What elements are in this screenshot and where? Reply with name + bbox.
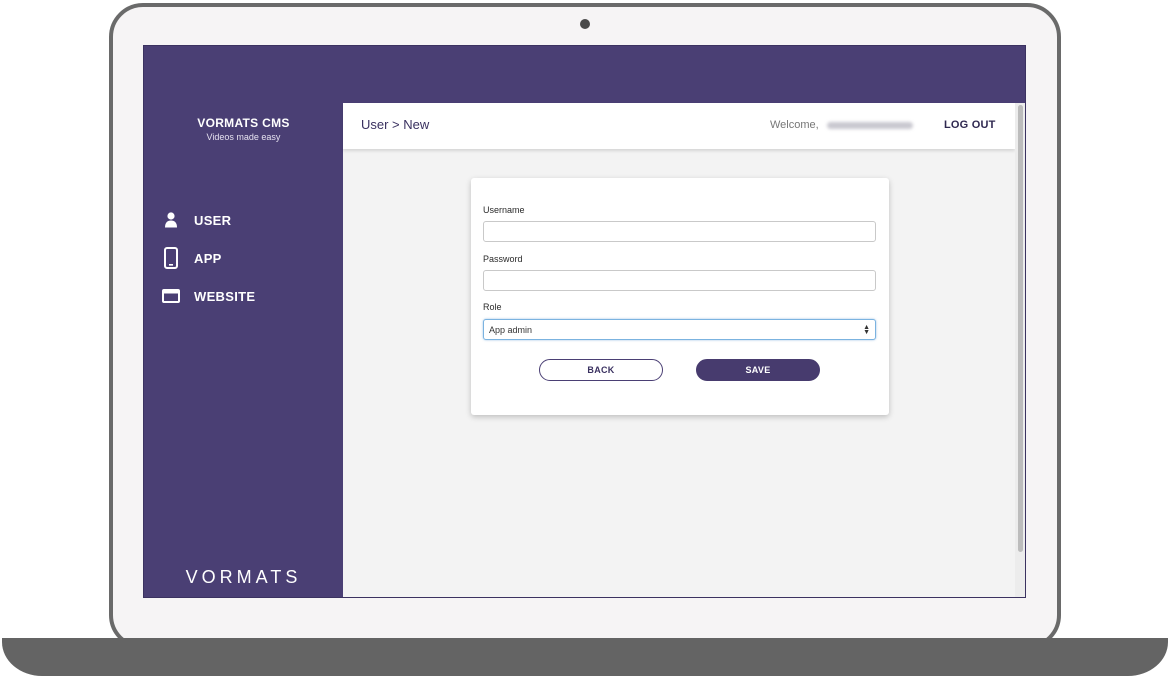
sidebar-nav: USER APP WEBSITE [144, 201, 343, 315]
scrollbar-thumb[interactable] [1018, 105, 1023, 552]
breadcrumb: User > New [361, 117, 430, 132]
main-content: User > New Welcome, LOG OUT Username Pas… [343, 103, 1015, 597]
password-input[interactable] [483, 270, 876, 291]
laptop-base [2, 638, 1168, 676]
welcome-text: Welcome, [770, 119, 819, 131]
sidebar-item-user[interactable]: USER [144, 201, 343, 239]
new-user-form: Username Password Role App admin ▲ ▼ BACK… [471, 178, 889, 415]
top-band [144, 46, 1025, 103]
sidebar-item-website[interactable]: WEBSITE [144, 277, 343, 315]
sidebar-item-label: WEBSITE [194, 288, 256, 304]
brand: VORMATS CMS Videos made easy [144, 116, 343, 142]
username-label: Username [483, 205, 525, 215]
browser-window-icon [162, 285, 180, 307]
back-button[interactable]: BACK [539, 359, 663, 381]
role-label: Role [483, 302, 502, 312]
vormats-logo: VORMATS [185, 567, 302, 587]
brand-title: VORMATS CMS [197, 116, 290, 130]
sidebar-item-label: USER [194, 212, 232, 228]
screen: VORMATS CMS Videos made easy USER APP WE… [143, 45, 1026, 598]
role-select[interactable]: App admin ▲ ▼ [483, 319, 876, 340]
webcam [580, 19, 590, 29]
username-input[interactable] [483, 221, 876, 242]
phone-icon [162, 247, 180, 269]
password-label: Password [483, 254, 523, 264]
logout-button[interactable]: LOG OUT [944, 119, 996, 131]
blurred-email [827, 122, 913, 129]
save-button[interactable]: SAVE [696, 359, 820, 381]
sidebar-item-app[interactable]: APP [144, 239, 343, 277]
role-select-value: App admin [489, 324, 533, 335]
select-arrows-icon: ▲ ▼ [863, 323, 870, 336]
sidebar: VORMATS CMS Videos made easy USER APP WE… [144, 103, 343, 597]
scrollbar[interactable] [1015, 103, 1025, 597]
top-header: User > New Welcome, LOG OUT [343, 103, 1015, 149]
sidebar-item-label: APP [194, 250, 222, 266]
laptop-mockup: VORMATS CMS Videos made easy USER APP WE… [0, 0, 1170, 678]
user-icon [162, 209, 180, 231]
brand-subtitle: Videos made easy [206, 132, 281, 142]
